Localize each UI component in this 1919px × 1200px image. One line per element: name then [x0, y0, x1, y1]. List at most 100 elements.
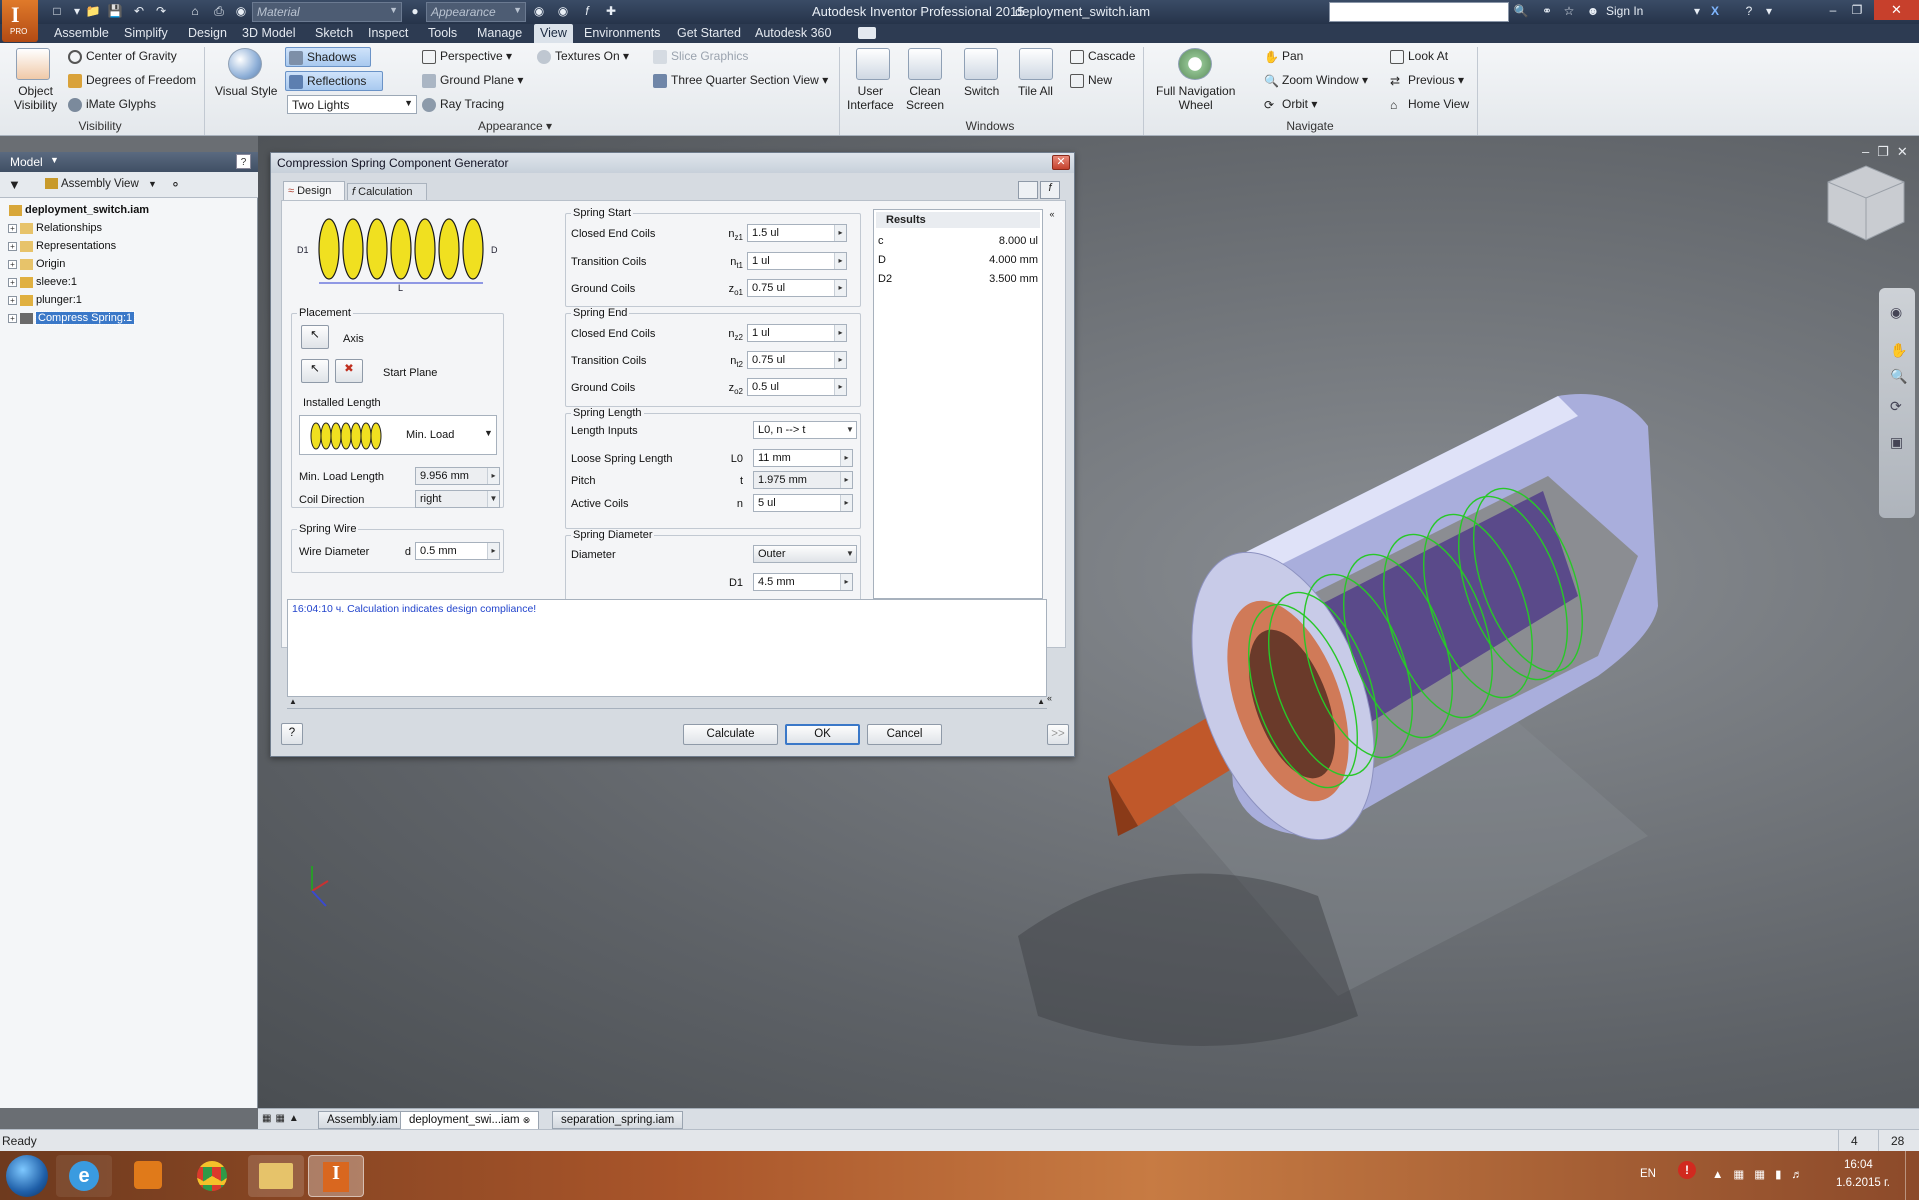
appearance-icon[interactable]: ●: [406, 3, 424, 20]
menu-simplify[interactable]: Simplify: [122, 24, 170, 43]
chevron-down-icon[interactable]: ▾: [1688, 3, 1706, 20]
fx-icon[interactable]: f: [1040, 181, 1060, 199]
menu-tools[interactable]: Tools: [426, 24, 459, 43]
calculate-button[interactable]: Calculate: [683, 724, 778, 745]
app-logo[interactable]: I PRO: [2, 0, 38, 42]
menu-view[interactable]: View: [534, 24, 573, 43]
clear-appearance-icon[interactable]: ◉: [530, 3, 548, 20]
tab-layout-icons[interactable]: ▦▦▲: [258, 1111, 308, 1129]
taskbar-ie-icon[interactable]: e: [56, 1155, 112, 1197]
tile-all-button[interactable]: Tile All: [1018, 84, 1053, 98]
flip-icon[interactable]: ✖: [335, 359, 363, 383]
navigation-wheel-icon[interactable]: [1178, 48, 1212, 80]
show-desktop-button[interactable]: [1905, 1151, 1919, 1200]
binoculars-icon[interactable]: ⚬: [170, 177, 181, 193]
clean-screen-icon[interactable]: [908, 48, 942, 80]
center-of-gravity-button[interactable]: Center of Gravity: [68, 49, 177, 64]
clock-date[interactable]: 1.6.2015 г.: [1836, 1177, 1890, 1189]
material-combo[interactable]: Material ▼: [252, 2, 402, 22]
collapse-icon[interactable]: «: [1047, 693, 1052, 703]
binoculars-icon[interactable]: 🔍: [1512, 3, 1530, 20]
end-transition-coils-field[interactable]: 0.75 ul ▸: [747, 351, 847, 369]
home-icon[interactable]: ⌂: [186, 3, 204, 20]
shadows-button[interactable]: Shadows: [285, 47, 371, 67]
zoom-icon[interactable]: 🔍: [1890, 368, 1907, 385]
imate-glyphs-button[interactable]: iMate Glyphs: [68, 97, 156, 112]
undo-icon[interactable]: ↶: [130, 3, 148, 20]
active-coils-field[interactable]: 5 ul ▸: [753, 494, 853, 512]
tree-item-plunger[interactable]: + plunger:1: [8, 294, 82, 306]
menu-manage[interactable]: Manage: [475, 24, 524, 43]
tree-root[interactable]: deployment_switch.iam: [6, 204, 149, 216]
tree-item-sleeve[interactable]: + sleeve:1: [8, 276, 77, 288]
filter-icon[interactable]: ▼: [8, 177, 21, 192]
tree-item-compress-spring[interactable]: + Compress Spring:1: [8, 311, 136, 325]
link-icon[interactable]: ⚭: [1538, 3, 1556, 20]
look-at-icon[interactable]: ▣: [1890, 434, 1903, 451]
menu-inspect[interactable]: Inspect: [366, 24, 410, 43]
doc-tab-separation-spring[interactable]: separation_spring.iam: [552, 1111, 684, 1129]
menu-autodesk-360[interactable]: Autodesk 360: [753, 24, 833, 43]
browser-header[interactable]: Model ▼ ?: [0, 152, 258, 172]
user-interface-icon[interactable]: [856, 48, 890, 80]
end-closed-coils-field[interactable]: 1 ul ▸: [747, 324, 847, 342]
new-file-icon[interactable]: □: [48, 3, 66, 20]
more-button[interactable]: >>: [1047, 724, 1069, 745]
search-input[interactable]: [1329, 2, 1509, 22]
start-plane-select-button[interactable]: ↖: [301, 359, 329, 383]
tab-calculation[interactable]: f Calculation: [347, 183, 427, 201]
installed-length-combo[interactable]: Min. Load ▼: [299, 415, 497, 455]
sign-in-link[interactable]: Sign In: [1606, 4, 1643, 18]
lighting-combo[interactable]: Two Lights ▼: [287, 95, 417, 114]
tree-item-relationships[interactable]: + Relationships: [8, 222, 102, 234]
visual-style-button[interactable]: Visual Style: [215, 84, 277, 98]
exchange-icon[interactable]: X: [1706, 3, 1724, 20]
doc-tab-assembly[interactable]: Assembly.iam: [318, 1111, 407, 1129]
fx-icon[interactable]: f: [578, 3, 596, 20]
pan-icon[interactable]: ✋: [1890, 342, 1907, 359]
taskbar-media-player-icon[interactable]: [120, 1155, 176, 1197]
close-icon[interactable]: ✕: [1052, 155, 1070, 170]
taskbar-explorer-icon[interactable]: [248, 1155, 304, 1197]
full-navigation-wheel-button[interactable]: Full Navigation Wheel: [1156, 84, 1235, 112]
zoom-window-button[interactable]: 🔍 Zoom Window ▾: [1264, 73, 1368, 88]
pan-button[interactable]: ✋ Pan: [1264, 49, 1303, 64]
taskbar-inventor-icon[interactable]: I: [308, 1155, 364, 1197]
new-window-button[interactable]: New: [1070, 73, 1112, 88]
min-load-length-field[interactable]: 9.956 mm ▸: [415, 467, 500, 485]
three-quarter-section-button[interactable]: Three Quarter Section View ▾: [653, 73, 828, 88]
steering-wheel-icon[interactable]: ◉: [1890, 304, 1902, 321]
diameter-select[interactable]: Outer ▼: [753, 545, 857, 563]
perspective-button[interactable]: Perspective ▾: [422, 49, 512, 64]
menu-environments[interactable]: Environments: [582, 24, 662, 43]
doc-tab-deployment-switch[interactable]: deployment_swi...iam ⊗: [400, 1111, 540, 1129]
close-icon[interactable]: ✕: [1874, 0, 1919, 20]
menu-sketch[interactable]: Sketch: [313, 24, 355, 43]
clean-screen-button[interactable]: Clean Screen: [906, 84, 944, 112]
pitch-field[interactable]: 1.975 mm ▸: [753, 471, 853, 489]
adjust-icon[interactable]: ◉: [554, 3, 572, 20]
reflections-button[interactable]: Reflections: [285, 71, 383, 91]
orbit-button[interactable]: ⟳ Orbit ▾: [1264, 97, 1317, 112]
save-icon[interactable]: 💾: [106, 3, 124, 20]
menu-design[interactable]: Design: [186, 24, 229, 43]
ground-plane-button[interactable]: Ground Plane ▾: [422, 73, 523, 88]
help-icon[interactable]: ?: [236, 154, 251, 169]
switch-button[interactable]: Switch: [964, 84, 999, 98]
chevron-down-icon[interactable]: ▾: [1760, 3, 1778, 20]
menu-assemble[interactable]: Assemble: [52, 24, 111, 43]
appearance-combo[interactable]: Appearance ▼: [426, 2, 526, 22]
object-visibility-button[interactable]: Object Visibility: [14, 84, 57, 112]
loose-length-field[interactable]: 11 mm ▸: [753, 449, 853, 467]
tab-design[interactable]: ≈ Design: [283, 181, 345, 201]
panel-toggle-icon[interactable]: [858, 27, 876, 39]
clock-time[interactable]: 16:04: [1844, 1159, 1873, 1171]
tree-item-origin[interactable]: + Origin: [8, 258, 65, 270]
wire-diameter-field[interactable]: 0.5 mm ▸: [415, 542, 500, 560]
open-folder-icon[interactable]: 📁: [84, 3, 102, 20]
redo-icon[interactable]: ↷: [152, 3, 170, 20]
collapse-results-icon[interactable]: «: [1046, 209, 1058, 223]
menu-get-started[interactable]: Get Started: [675, 24, 743, 43]
tile-all-icon[interactable]: [1019, 48, 1053, 80]
ray-tracing-button[interactable]: Ray Tracing: [422, 97, 504, 112]
